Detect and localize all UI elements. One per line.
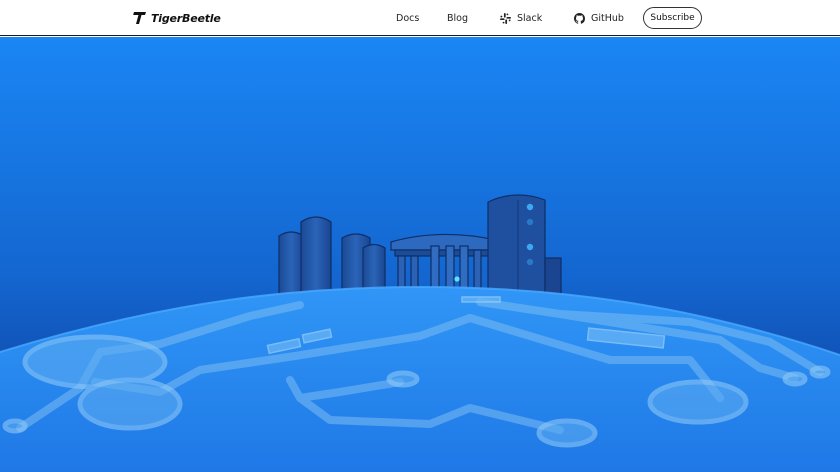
brand-name: TigerBeetle: [151, 11, 221, 25]
tigerbeetle-logo-icon: [133, 12, 146, 24]
top-navbar: TigerBeetle Docs Blog Slack GitHub Subsc…: [0, 0, 840, 36]
nav-link-slack-label: Slack: [517, 12, 543, 24]
nav-link-docs[interactable]: Docs: [396, 11, 419, 25]
slack-icon: [500, 12, 511, 24]
github-icon: [574, 12, 585, 24]
nav-link-blog[interactable]: Blog: [447, 11, 468, 25]
nav-link-slack[interactable]: Slack: [500, 11, 542, 25]
hero-illustration: [0, 37, 840, 472]
nav-link-github[interactable]: GitHub: [574, 11, 624, 25]
brand-logo-link[interactable]: TigerBeetle: [133, 9, 221, 27]
nav-link-docs-label: Docs: [396, 12, 420, 24]
nav-link-github-label: GitHub: [591, 12, 624, 24]
subscribe-button[interactable]: Subscribe: [643, 7, 702, 29]
nav-link-blog-label: Blog: [447, 12, 468, 24]
